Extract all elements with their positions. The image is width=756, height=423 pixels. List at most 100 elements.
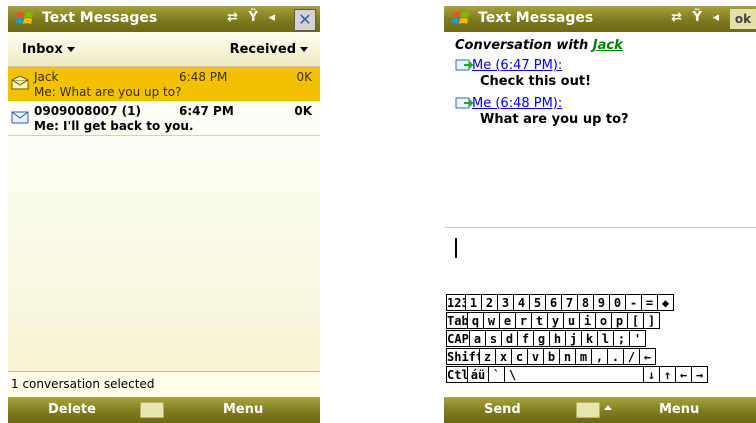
message-time: 6:48 PM	[179, 70, 228, 84]
message-header[interactable]: Me (6:47 PM):	[472, 58, 562, 73]
keyboard-key[interactable]: =	[641, 294, 658, 311]
keyboard-key[interactable]: k	[581, 330, 598, 347]
keyboard-key[interactable]: CAP	[446, 330, 470, 347]
keyboard-key[interactable]: Ctl	[446, 366, 469, 383]
sort-label: Received	[229, 42, 296, 57]
keyboard-key[interactable]: '	[629, 330, 646, 347]
keyboard-key[interactable]: t	[531, 312, 548, 329]
menu-button[interactable]: Menu	[659, 402, 699, 417]
keyboard-key[interactable]: áü	[467, 366, 489, 383]
envelope-icon	[11, 111, 29, 124]
keyboard-key[interactable]: j	[565, 330, 582, 347]
keyboard-key[interactable]: .	[607, 348, 624, 365]
keyboard-key[interactable]: ,	[591, 348, 608, 365]
keyboard-key[interactable]: i	[579, 312, 596, 329]
keyboard-key[interactable]: w	[483, 312, 500, 329]
folder-label: Inbox	[22, 42, 63, 57]
message-header[interactable]: Me (6:48 PM):	[472, 96, 562, 111]
inbox-screen: Text Messages ⇄ Ÿ ◂ ✕ Inbox Received Jac…	[0, 0, 320, 423]
message-text: What are you up to?	[480, 112, 629, 127]
app-title: Text Messages	[42, 10, 158, 26]
keyboard-key[interactable]: q	[467, 312, 484, 329]
message-preview: Me: What are you up to?	[34, 85, 182, 99]
keyboard-icon[interactable]	[140, 402, 164, 418]
keyboard-key[interactable]: b	[543, 348, 560, 365]
chevron-down-icon	[66, 47, 75, 52]
keyboard-key[interactable]: 8	[577, 294, 594, 311]
conversation-screen: Text Messages ⇄ Ÿ ◂ ok Conversation with…	[436, 0, 756, 423]
title-bar: Text Messages ⇄ Ÿ ◂ ✕	[8, 6, 320, 32]
keyboard-key[interactable]: g	[533, 330, 550, 347]
keyboard-key[interactable]: d	[501, 330, 518, 347]
keyboard-key[interactable]: ↑	[659, 366, 676, 383]
keyboard-key[interactable]: →	[691, 366, 708, 383]
sort-dropdown[interactable]: Received	[230, 42, 308, 57]
menu-button[interactable]: Menu	[223, 402, 263, 417]
keyboard-key[interactable]: u	[563, 312, 580, 329]
keyboard-key[interactable]: h	[549, 330, 566, 347]
keyboard-key[interactable]: n	[559, 348, 576, 365]
list-item[interactable]: Jack 6:48 PM 0K Me: What are you up to?	[8, 67, 320, 101]
keyboard-key[interactable]: 0	[609, 294, 626, 311]
keyboard-key[interactable]: 5	[529, 294, 546, 311]
keyboard-key[interactable]: 6	[545, 294, 562, 311]
open-envelope-icon	[11, 76, 29, 90]
keyboard-key[interactable]: Shift	[446, 348, 483, 365]
keyboard-key[interactable]: a	[469, 330, 486, 347]
keyboard-key[interactable]: e	[499, 312, 516, 329]
keyboard-key[interactable]: `	[488, 366, 505, 383]
keyboard-key[interactable]: ;	[613, 330, 630, 347]
windows-start-icon[interactable]	[451, 9, 471, 29]
keyboard-icon[interactable]	[576, 402, 600, 418]
message-sender: Jack	[34, 70, 59, 84]
keyboard-key[interactable]: 123	[446, 294, 469, 311]
keyboard-key[interactable]: ↓	[643, 366, 660, 383]
app-title: Text Messages	[478, 10, 594, 26]
folder-dropdown[interactable]: Inbox	[22, 42, 75, 57]
keyboard-key[interactable]: ←	[675, 366, 692, 383]
compose-input[interactable]	[444, 227, 756, 291]
windows-start-icon[interactable]	[15, 9, 35, 29]
keyboard-key[interactable]: f	[517, 330, 534, 347]
title-bar: Text Messages ⇄ Ÿ ◂ ok	[444, 6, 756, 32]
keyboard-key[interactable]: \	[504, 366, 644, 383]
keyboard-key[interactable]: [	[627, 312, 644, 329]
keyboard-key[interactable]: m	[575, 348, 592, 365]
keyboard-key[interactable]: z	[479, 348, 496, 365]
keyboard-key[interactable]: y	[547, 312, 564, 329]
keyboard-key[interactable]: 9	[593, 294, 610, 311]
keyboard-key[interactable]: c	[511, 348, 528, 365]
keyboard-key[interactable]: p	[611, 312, 628, 329]
on-screen-keyboard: 123 1 2 3 4 5 6 7 8 9 0- = ◆ Tab q w e r t y u i o p[] CAP a s d f…	[444, 292, 756, 398]
keyboard-key[interactable]: r	[515, 312, 532, 329]
send-button[interactable]: Send	[484, 402, 521, 417]
close-button[interactable]: ✕	[294, 9, 316, 31]
keyboard-key[interactable]: ]	[643, 312, 660, 329]
keyboard-key[interactable]: v	[527, 348, 544, 365]
keyboard-key[interactable]: l	[597, 330, 614, 347]
status-icons[interactable]: ⇄ Ÿ ◂	[671, 10, 722, 25]
keyboard-key[interactable]: ←	[639, 348, 656, 365]
chevron-up-icon[interactable]	[604, 405, 612, 410]
keyboard-key[interactable]: /	[623, 348, 640, 365]
contact-link[interactable]: Jack	[593, 38, 623, 53]
keyboard-key[interactable]: 2	[481, 294, 498, 311]
list-item[interactable]: 0909008007 (1) 6:47 PM 0K Me: I'll get b…	[8, 101, 320, 136]
keyboard-key[interactable]: s	[485, 330, 502, 347]
ok-button[interactable]: ok	[730, 9, 756, 29]
keyboard-key[interactable]: 3	[497, 294, 514, 311]
keyboard-key[interactable]: 1	[465, 294, 482, 311]
keyboard-key[interactable]: 4	[513, 294, 530, 311]
keyboard-key[interactable]: x	[495, 348, 512, 365]
text-cursor	[455, 238, 457, 258]
keyboard-key[interactable]: o	[595, 312, 612, 329]
message-size: 0K	[296, 70, 312, 84]
conversation-heading: Conversation with Jack	[455, 38, 623, 53]
keyboard-key[interactable]: -	[625, 294, 642, 311]
delete-button[interactable]: Delete	[48, 402, 96, 417]
keyboard-key[interactable]: 7	[561, 294, 578, 311]
status-icons[interactable]: ⇄ Ÿ ◂	[227, 10, 278, 25]
keyboard-key[interactable]: ◆	[657, 294, 674, 311]
keyboard-key[interactable]: Tab	[446, 312, 469, 329]
message-text: Check this out!	[480, 74, 592, 89]
